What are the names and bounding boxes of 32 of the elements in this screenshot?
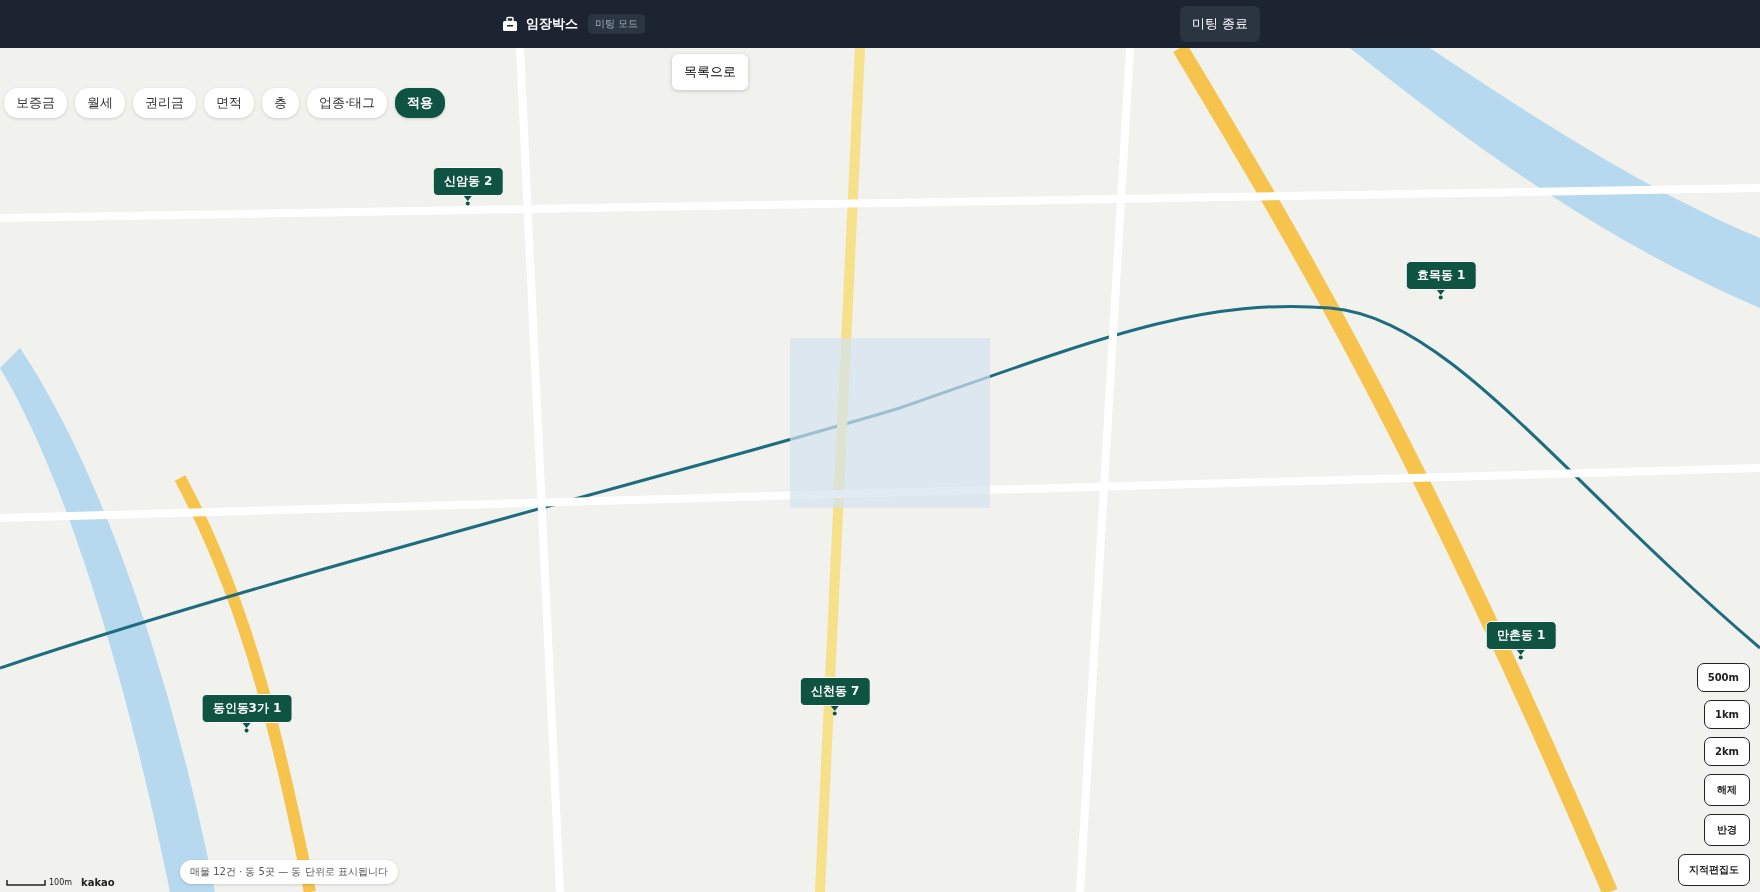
scale-label: 100m — [49, 878, 73, 887]
map-logo: kakao — [81, 877, 115, 888]
area-marker[interactable]: 만촌동 1 — [1485, 621, 1557, 650]
marker-pointer-icon — [1436, 290, 1446, 300]
listing-notice: 매물 12건 · 동 5곳 — 동 단위로 표시됩니다 — [180, 860, 398, 884]
filter-chip[interactable]: 월세 — [75, 88, 125, 118]
apply-button[interactable]: 적용 — [395, 88, 446, 118]
marker-pointer-icon — [463, 196, 473, 206]
map-drawing[interactable] — [0, 48, 1760, 892]
filter-chip[interactable]: 권리금 — [133, 88, 196, 118]
briefcase-icon — [502, 16, 518, 32]
map-toggle-button[interactable]: 반경 — [1704, 814, 1750, 846]
radius-button[interactable]: 해제 — [1704, 774, 1750, 806]
radius-button[interactable]: 2km — [1703, 737, 1750, 766]
area-marker[interactable]: 신천동 7 — [799, 677, 871, 706]
filter-chip[interactable]: 면적 — [204, 88, 254, 118]
back-to-list-button[interactable]: 목록으로 — [672, 54, 748, 90]
filter-chip[interactable]: 보증금 — [4, 88, 67, 118]
marker-pointer-icon — [1516, 650, 1526, 660]
radius-button[interactable]: 500m — [1696, 663, 1750, 692]
end-meeting-button[interactable]: 미팅 종료 — [1179, 6, 1260, 42]
filter-chip[interactable]: 업종·태그 — [307, 88, 388, 118]
marker-pointer-icon — [830, 706, 840, 716]
marker-pointer-icon — [242, 723, 252, 733]
mode-badge: 미팅 모드 — [588, 14, 646, 34]
scale-bar-icon — [6, 879, 46, 886]
brand-name: 임장박스 — [526, 15, 578, 33]
area-marker[interactable]: 동인동3가 1 — [201, 694, 293, 723]
area-marker[interactable]: 효목동 1 — [1405, 261, 1477, 290]
map-toggle-button[interactable]: 지적편집도 — [1678, 854, 1750, 886]
area-marker[interactable]: 신암동 2 — [432, 167, 504, 196]
radius-button[interactable]: 1km — [1703, 700, 1750, 729]
